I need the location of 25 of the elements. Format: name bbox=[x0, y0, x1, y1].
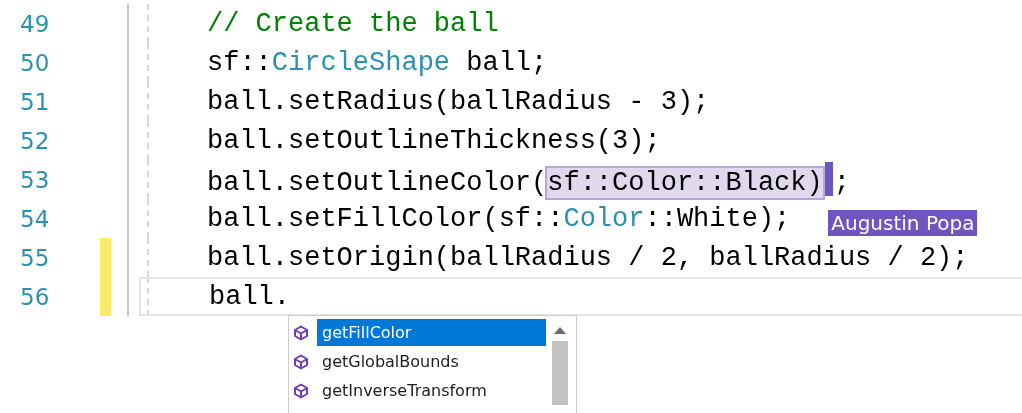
code-line: sf::CircleShape ball; bbox=[207, 47, 548, 78]
code-line: ball.setOutlineColor(sf::Color::Black) ; bbox=[207, 161, 850, 198]
line-number: 51 bbox=[19, 88, 51, 115]
line-number: 56 bbox=[19, 283, 51, 310]
code-line: ball.setOutlineThickness(3); bbox=[207, 125, 661, 156]
code-line: ball.setOrigin(ballRadius / 2, ballRadius / 2); bbox=[207, 242, 969, 273]
line-number: 55 bbox=[19, 244, 51, 271]
completion-item[interactable]: getInverseTransform bbox=[317, 377, 546, 404]
scrollbar-thumb[interactable] bbox=[552, 341, 568, 405]
line-number: 49 bbox=[19, 10, 51, 37]
line-number: 52 bbox=[19, 127, 51, 154]
line-number: 54 bbox=[19, 205, 51, 232]
scroll-up-icon[interactable] bbox=[553, 326, 567, 335]
code-line: ball.setRadius(ballRadius - 3); bbox=[207, 86, 710, 117]
line-number: 53 bbox=[19, 166, 51, 193]
code-line: ball. bbox=[209, 281, 290, 312]
completion-item[interactable]: getGlobalBounds bbox=[317, 348, 546, 375]
code-line: // Create the ball bbox=[207, 8, 499, 39]
line-number: 50 bbox=[19, 49, 51, 76]
completion-item[interactable]: getFillColor bbox=[317, 319, 546, 346]
code-line: ball.setFillColor(sf::Color::White); bbox=[207, 203, 791, 234]
cube-icon bbox=[293, 382, 309, 399]
cube-icon bbox=[293, 324, 309, 341]
cube-icon bbox=[293, 353, 309, 370]
collaborator-label: Augustin Popa bbox=[828, 209, 978, 236]
